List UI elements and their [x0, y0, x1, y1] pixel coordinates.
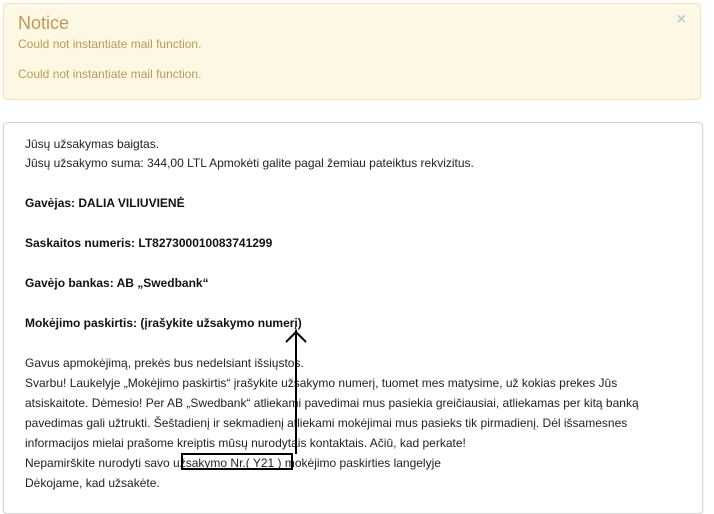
annotation-arrow-shaft: [295, 330, 297, 454]
arrow-up-icon: [285, 330, 307, 343]
notice-alert: Notice × Could not instantiate mail func…: [3, 3, 701, 100]
body-line: Svarbu! Laukelyje „Mokėjimo paskirtis“ į…: [25, 376, 618, 390]
recipient-text: Gavėjas: DALIA VILIUVIENĖ: [25, 196, 185, 210]
bank-text: Gavėjo bankas: AB „Swedbank“: [25, 276, 209, 290]
body-line: informacijos mielai prašome kreiptis mūs…: [25, 436, 466, 450]
payment-purpose-text: Mokėjimo paskirtis: (įrašykite užsakymo …: [25, 316, 302, 330]
order-number-highlight-box: [181, 453, 293, 470]
body-line: atsiskaitote. Dėmesio! Per AB „Swedbank“…: [25, 396, 639, 410]
order-completed-text: Jūsų užsakymas baigtas.: [25, 137, 160, 151]
account-number-text: Saskaitos numeris: LT827300010083741299: [25, 236, 273, 250]
thanks-text: Dėkojame, kad užsakėte.: [25, 476, 160, 490]
notice-message: Could not instantiate mail function.: [18, 37, 202, 51]
notice-title: Notice: [18, 13, 70, 33]
body-line: Gavus apmokėjimą, prekės bus nedelsiant …: [25, 356, 304, 370]
close-icon[interactable]: ×: [677, 11, 686, 29]
notice-message: Could not instantiate mail function.: [18, 67, 202, 81]
order-sum-text: Jūsų užsakymo suma: 344,00 LTL Apmokėti …: [25, 156, 474, 170]
body-line: pavedimas gali užtrukti. Šeštadienį ir s…: [25, 416, 628, 430]
